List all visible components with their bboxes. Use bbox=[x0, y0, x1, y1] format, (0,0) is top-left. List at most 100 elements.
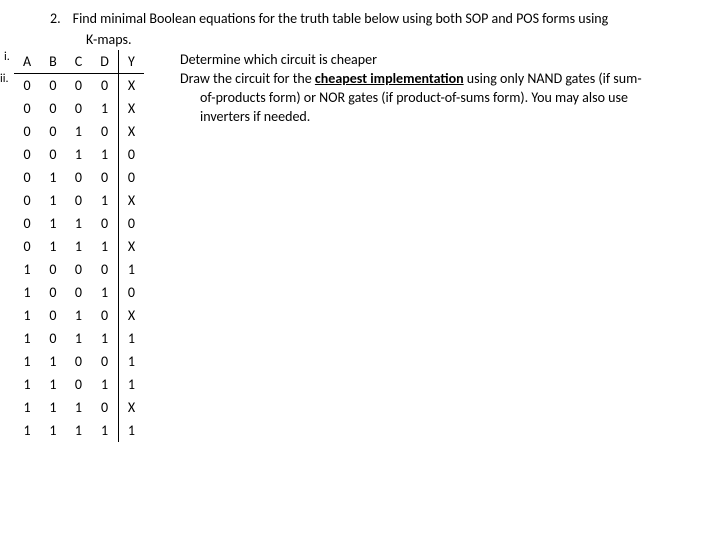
cell: 0 bbox=[40, 120, 66, 143]
sub-ii-text-line1: Draw the circuit for the cheapest implem… bbox=[180, 70, 712, 87]
cell: 1 bbox=[40, 350, 66, 373]
cell: 0 bbox=[40, 258, 66, 281]
cell: 0 bbox=[14, 212, 40, 235]
cell: 1 bbox=[40, 235, 66, 258]
table-row: 1 0 0 1 0 bbox=[14, 281, 144, 304]
cell-y: 0 bbox=[118, 281, 144, 304]
cell: 1 bbox=[91, 419, 118, 442]
sub-ii-text-line3: inverters if needed. bbox=[180, 108, 712, 125]
table-row: 1 0 0 0 1 bbox=[14, 258, 144, 281]
table-body: ii.0 0 0 0 X 0 0 0 1 X 0 0 1 0 bbox=[14, 74, 144, 443]
cell: 0 bbox=[66, 74, 91, 98]
cell: 0 bbox=[40, 281, 66, 304]
cell: 0 bbox=[40, 74, 66, 98]
cell: 1 bbox=[40, 189, 66, 212]
cell: 1 bbox=[66, 212, 91, 235]
cell: 1 bbox=[14, 327, 40, 350]
question-header: 2. Find minimal Boolean equations for th… bbox=[10, 10, 712, 27]
cell: 1 bbox=[91, 235, 118, 258]
table-row: 1 0 1 1 1 bbox=[14, 327, 144, 350]
truth-table: i.A B C D Y ii.0 0 0 0 X 0 0 0 bbox=[14, 50, 144, 442]
cell: 0 bbox=[66, 166, 91, 189]
cell: 1 bbox=[91, 143, 118, 166]
cell: 1 bbox=[91, 327, 118, 350]
sub-ii-text-line2: of-products form) or NOR gates (if produ… bbox=[180, 89, 712, 106]
cell: 1 bbox=[66, 235, 91, 258]
instructions-text: Determine which circuit is cheaper Draw … bbox=[180, 50, 712, 442]
cell: 1 bbox=[66, 396, 91, 419]
sub-label-ii: ii. bbox=[0, 72, 9, 86]
header-y: Y bbox=[118, 50, 144, 74]
cell: 0 bbox=[91, 304, 118, 327]
cell: 0 bbox=[91, 166, 118, 189]
content-wrapper: i.A B C D Y ii.0 0 0 0 X 0 0 0 bbox=[10, 50, 712, 442]
cell: 1 bbox=[40, 396, 66, 419]
cell: 0 bbox=[91, 212, 118, 235]
cell-y: X bbox=[118, 120, 144, 143]
cell: 0 bbox=[14, 120, 40, 143]
cell: 1 bbox=[14, 304, 40, 327]
cell: 1 bbox=[91, 189, 118, 212]
cell: 0 bbox=[91, 350, 118, 373]
sub-label-i: i. bbox=[4, 50, 10, 64]
table-row: 0 1 0 0 0 bbox=[14, 166, 144, 189]
cell: 1 bbox=[66, 120, 91, 143]
cell: 0 bbox=[14, 189, 40, 212]
cell: 1 bbox=[14, 350, 40, 373]
cell: 1 bbox=[91, 373, 118, 396]
cell: ii.0 bbox=[14, 74, 40, 98]
cell-y: X bbox=[118, 396, 144, 419]
cell: 0 bbox=[66, 258, 91, 281]
cell-y: 1 bbox=[118, 373, 144, 396]
cell: 0 bbox=[91, 396, 118, 419]
cell-y: X bbox=[118, 189, 144, 212]
cell-y: X bbox=[118, 97, 144, 120]
header-a: i.A bbox=[14, 50, 40, 74]
cell-y: 0 bbox=[118, 166, 144, 189]
table-row: 0 0 1 1 0 bbox=[14, 143, 144, 166]
cell-y: 1 bbox=[118, 327, 144, 350]
cell-y: 1 bbox=[118, 350, 144, 373]
cell: 1 bbox=[40, 419, 66, 442]
cell: 1 bbox=[14, 419, 40, 442]
cell: 1 bbox=[40, 373, 66, 396]
header-d: D bbox=[91, 50, 118, 74]
cell: 0 bbox=[91, 258, 118, 281]
cell: 1 bbox=[66, 419, 91, 442]
cell-y: 0 bbox=[118, 143, 144, 166]
cell: 0 bbox=[66, 373, 91, 396]
table-row: ii.0 0 0 0 X bbox=[14, 74, 144, 98]
cell: 0 bbox=[66, 350, 91, 373]
table-area: i.A B C D Y ii.0 0 0 0 X 0 0 0 bbox=[10, 50, 180, 442]
cell-y: 1 bbox=[118, 258, 144, 281]
cell: 0 bbox=[40, 97, 66, 120]
cell: 0 bbox=[66, 281, 91, 304]
table-row: 1 1 1 0 X bbox=[14, 396, 144, 419]
cell: 1 bbox=[40, 212, 66, 235]
cell: 0 bbox=[66, 97, 91, 120]
cell: 1 bbox=[14, 281, 40, 304]
cheapest-emphasis: cheapest implementation bbox=[315, 70, 464, 87]
header-c: C bbox=[66, 50, 91, 74]
table-row: 1 1 1 1 1 bbox=[14, 419, 144, 442]
question-number: 2. bbox=[50, 10, 61, 27]
cell: 1 bbox=[40, 166, 66, 189]
cell: 1 bbox=[14, 373, 40, 396]
table-row: 0 1 0 1 X bbox=[14, 189, 144, 212]
cell: 1 bbox=[66, 143, 91, 166]
table-row: 0 0 1 0 X bbox=[14, 120, 144, 143]
cell: 0 bbox=[40, 304, 66, 327]
table-row: 1 0 1 0 X bbox=[14, 304, 144, 327]
sub-i-text: Determine which circuit is cheaper bbox=[180, 51, 712, 68]
cell-y: X bbox=[118, 235, 144, 258]
table-row: 0 0 0 1 X bbox=[14, 97, 144, 120]
cell: 1 bbox=[91, 97, 118, 120]
cell: 0 bbox=[14, 235, 40, 258]
cell-y: X bbox=[118, 74, 144, 98]
question-text-line1: Find minimal Boolean equations for the t… bbox=[73, 10, 712, 27]
cell-y: 0 bbox=[118, 212, 144, 235]
cell: 0 bbox=[91, 120, 118, 143]
table-header-row: i.A B C D Y bbox=[14, 50, 144, 74]
cell-y: X bbox=[118, 304, 144, 327]
cell: 1 bbox=[66, 327, 91, 350]
